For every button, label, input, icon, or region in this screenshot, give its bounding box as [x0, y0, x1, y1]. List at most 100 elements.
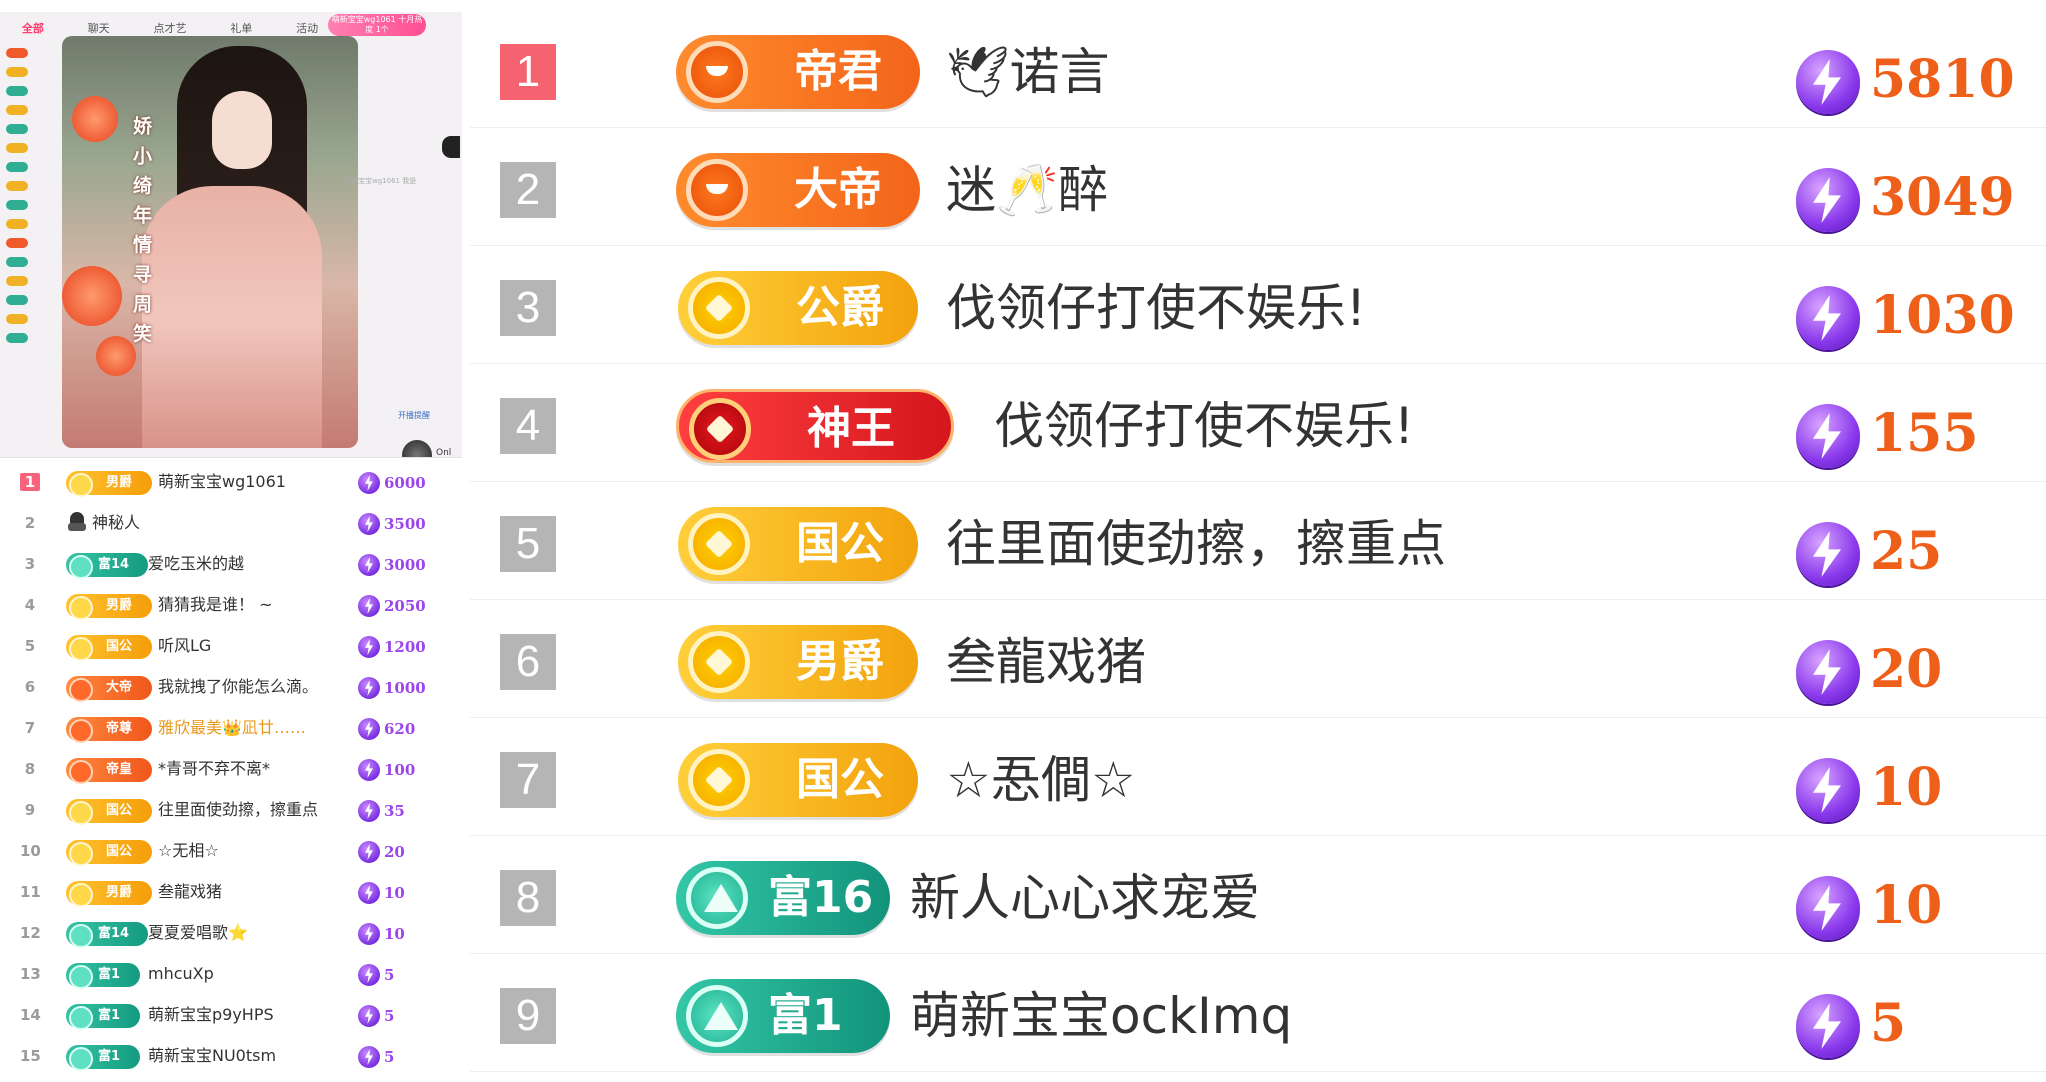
- collapse-handle[interactable]: [442, 136, 460, 158]
- rank-number: 2: [500, 162, 556, 218]
- user-name: 伐领仔打使不娱乐!: [994, 397, 1415, 455]
- badge-emblem-icon: [688, 277, 750, 339]
- badge-emblem-icon: [686, 867, 748, 929]
- user-name: 往里面使劲擦，擦重点: [946, 515, 1446, 573]
- user-name: 萌新宝宝p9yHPS: [148, 1005, 274, 1024]
- user-name: 猜猜我是谁！ ~: [158, 595, 273, 614]
- level-badge: 国公: [66, 840, 152, 866]
- gift-value: 5: [384, 1007, 395, 1025]
- lightning-coin-icon: [358, 1046, 380, 1068]
- list-item[interactable]: 13 富1 mhcuXp 5: [0, 954, 462, 995]
- level-badge: 公爵: [678, 271, 918, 345]
- gift-rank-list-large: 1 帝君 🕊诺言 5810 2 大帝 迷🥂醉 3049 3 公爵 伐领仔打使不娱…: [470, 0, 2046, 1082]
- rank-number: 1: [20, 473, 40, 491]
- gift-value: 5: [384, 966, 395, 984]
- user-name: ☆忢僴☆: [946, 751, 1136, 809]
- viewer-pill[interactable]: 萌新宝宝wg1061 十月热度 1个: [328, 14, 426, 36]
- level-badge: 男爵: [678, 625, 918, 699]
- level-badge: 大帝: [66, 676, 152, 702]
- gift-value: 1000: [384, 679, 426, 697]
- lightning-coin-icon: [1796, 168, 1860, 232]
- gift-value: 20: [1870, 639, 1943, 700]
- lightning-coin-icon: [358, 513, 380, 535]
- live-room-preview: 全部 聊天 点才艺 礼单 活动 萌新宝宝wg1061 十月热度 1个 娇 小 绮…: [0, 0, 462, 458]
- user-name: 夏夏爱唱歌⭐: [148, 923, 248, 942]
- user-name: 听风LG: [158, 636, 212, 655]
- badge-emblem-icon: [688, 513, 750, 575]
- list-item[interactable]: 6 男爵 叁龍戏猪 20: [470, 600, 2046, 718]
- list-item[interactable]: 10 国公 ☆无相☆ 20: [0, 831, 462, 872]
- list-item[interactable]: 15 富1 萌新宝宝NU0tsm 5: [0, 1036, 462, 1077]
- level-badge: 男爵: [66, 471, 152, 497]
- gift-value: 5: [384, 1048, 395, 1066]
- badge-label: 富16: [768, 872, 874, 923]
- badge-label: 公爵: [796, 282, 884, 333]
- user-name: 伐领仔打使不娱乐!: [946, 279, 1367, 337]
- gift-value: 100: [384, 761, 416, 779]
- rank-number: 3: [500, 280, 556, 336]
- user-name: 新人心心求宠爱: [910, 869, 1260, 927]
- lightning-coin-icon: [358, 718, 380, 740]
- badge-label: 国公: [796, 518, 884, 569]
- level-badge: 帝君: [676, 35, 920, 109]
- avatar-label: Onl: [436, 448, 452, 458]
- streamer-portrait-image: 娇 小 绮 年 情 寻 周 笑: [62, 36, 358, 448]
- list-item[interactable]: 2 大帝 迷🥂醉 3049: [470, 128, 2046, 246]
- lightning-coin-icon: [358, 472, 380, 494]
- rank-number: 7: [500, 752, 556, 808]
- left-panel: 全部 聊天 点才艺 礼单 活动 萌新宝宝wg1061 十月热度 1个 娇 小 绮…: [0, 0, 462, 1082]
- list-item[interactable]: 3 公爵 伐领仔打使不娱乐! 1030: [470, 246, 2046, 364]
- rank-number: 9: [500, 988, 556, 1044]
- list-item[interactable]: 2 神秘人 3500: [0, 503, 462, 544]
- list-item[interactable]: 8 富16 新人心心求宠爱 10: [470, 836, 2046, 954]
- gift-value: 620: [384, 720, 416, 738]
- list-item[interactable]: 1 帝君 🕊诺言 5810: [470, 10, 2046, 128]
- rank-number: 9: [24, 801, 36, 819]
- user-name: 迷🥂醉: [946, 161, 1109, 219]
- list-item[interactable]: 6 大帝 我就拽了你能怎么滴。 1000: [0, 667, 462, 708]
- tab-all[interactable]: 全部: [22, 20, 44, 38]
- badge-emblem-icon: [686, 159, 748, 221]
- user-name: 🕊诺言: [946, 43, 1110, 101]
- badge-label: 帝君: [794, 46, 882, 97]
- rank-number: 1: [500, 44, 556, 100]
- list-item[interactable]: 9 富1 萌新宝宝ockImq 5: [470, 954, 2046, 1072]
- user-name: 叁龍戏猪: [158, 882, 223, 901]
- rank-number: 5: [500, 516, 556, 572]
- list-item[interactable]: 4 男爵 猜猜我是谁！ ~ 2050: [0, 585, 462, 626]
- list-item[interactable]: 7 国公 ☆忢僴☆ 10: [470, 718, 2046, 836]
- gift-value: 10: [1870, 875, 1943, 936]
- lightning-coin-icon: [1796, 640, 1860, 704]
- open-notify-button[interactable]: 开播提醒: [398, 410, 430, 421]
- list-item[interactable]: 11 男爵 叁龍戏猪 10: [0, 872, 462, 913]
- gift-value: 5: [1870, 993, 1907, 1054]
- user-name: *青哥不弃不离*: [158, 759, 271, 778]
- list-item[interactable]: 12 富14 夏夏爱唱歌⭐ 10: [0, 913, 462, 954]
- rank-number: 8: [500, 870, 556, 926]
- top-status-bar: [0, 0, 462, 12]
- list-item[interactable]: 7 帝尊 雅欣最美👑凪廿…… 620: [0, 708, 462, 749]
- badge-emblem-icon: [688, 631, 750, 693]
- level-badge: 富1: [66, 963, 140, 989]
- rank-number: 7: [24, 719, 36, 737]
- list-item[interactable]: 14 富1 萌新宝宝p9yHPS 5: [0, 995, 462, 1036]
- rank-number: 11: [20, 883, 41, 901]
- badge-emblem-icon: [689, 398, 751, 460]
- list-item[interactable]: 5 国公 往里面使劲擦，擦重点 25: [470, 482, 2046, 600]
- list-item[interactable]: 3 富14 爱吃玉米的越 3000: [0, 544, 462, 585]
- gift-value: 5810: [1870, 49, 2015, 110]
- level-badge: 国公: [678, 507, 918, 581]
- level-badge: 富1: [66, 1045, 140, 1071]
- list-item[interactable]: 1 男爵 萌新宝宝wg1061 6000: [0, 462, 462, 503]
- list-item[interactable]: 8 帝皇 *青哥不弃不离* 100: [0, 749, 462, 790]
- badge-emblem-icon: [686, 41, 748, 103]
- rank-number: 4: [500, 398, 556, 454]
- lightning-coin-icon: [358, 964, 380, 986]
- list-item[interactable]: 9 国公 往里面使劲擦，擦重点 35: [0, 790, 462, 831]
- level-badge: 帝尊: [66, 717, 152, 743]
- list-item[interactable]: 5 国公 听风LG 1200: [0, 626, 462, 667]
- lightning-coin-icon: [1796, 758, 1860, 822]
- rank-number: 12: [20, 924, 41, 942]
- list-item[interactable]: 4 神王 伐领仔打使不娱乐! 155: [470, 364, 2046, 482]
- rank-number: 13: [20, 965, 41, 983]
